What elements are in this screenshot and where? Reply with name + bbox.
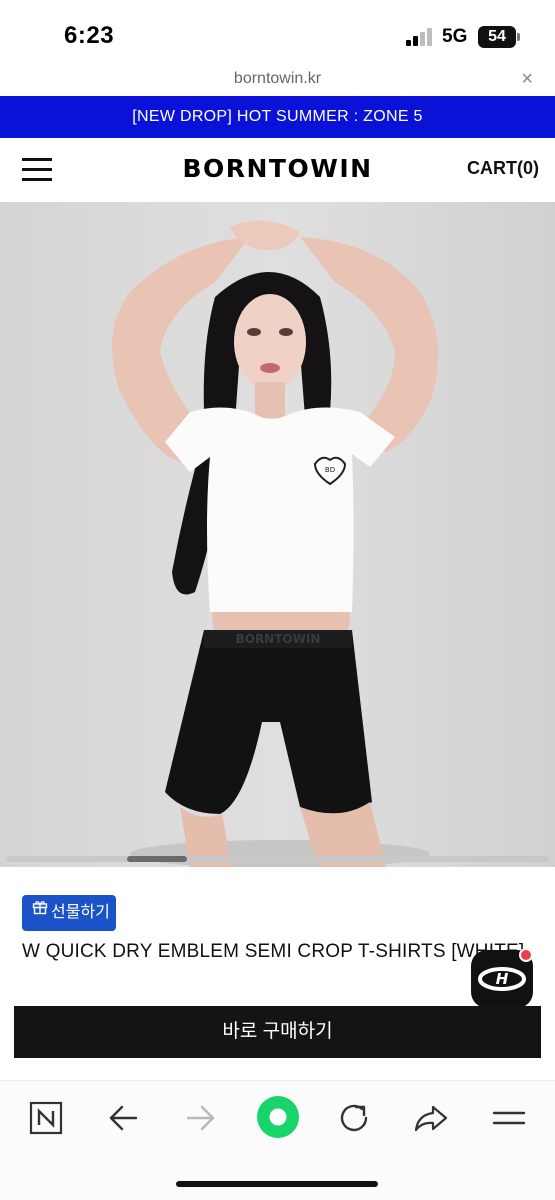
reload-icon[interactable]: [334, 1098, 374, 1138]
promo-banner[interactable]: [NEW DROP] HOT SUMMER : ZONE 5: [0, 96, 555, 138]
notification-dot: [519, 948, 533, 962]
gift-icon: [32, 893, 48, 929]
battery-nub: [517, 33, 520, 41]
share-icon[interactable]: [411, 1098, 451, 1138]
shirt-emblem-text: BD: [325, 466, 335, 474]
product-title: W QUICK DRY EMBLEM SEMI CROP T-SHIRTS [W…: [22, 941, 525, 962]
site-header: BORNTOWIN CART(0): [0, 138, 555, 202]
gift-button[interactable]: 선물하기: [22, 895, 116, 931]
gift-label: 선물하기: [51, 904, 110, 921]
image-carousel-track[interactable]: [6, 856, 549, 862]
n-icon[interactable]: [26, 1098, 66, 1138]
battery-icon: 54: [478, 26, 516, 48]
forward-arrow-icon[interactable]: [180, 1098, 220, 1138]
home-indicator: [176, 1181, 378, 1187]
url-bar[interactable]: borntowin.kr ×: [0, 64, 555, 96]
url-text[interactable]: borntowin.kr: [0, 70, 555, 88]
signal-icon: [406, 28, 434, 46]
badge-letter: H: [496, 970, 509, 988]
status-time: 6:23: [64, 22, 115, 49]
status-bar: 6:23 5G 54: [0, 0, 555, 64]
network-label: 5G: [442, 26, 468, 47]
image-carousel-thumb[interactable]: [127, 856, 187, 862]
home-icon[interactable]: [255, 1094, 301, 1140]
product-image[interactable]: BD BORNTOWIN: [0, 202, 555, 867]
waistband-text: BORNTOWIN: [236, 632, 321, 646]
back-arrow-icon[interactable]: [104, 1098, 144, 1138]
buy-now-button[interactable]: 바로 구매하기: [14, 1006, 541, 1058]
model-photo: BD BORNTOWIN: [0, 202, 555, 867]
menu-lines-icon[interactable]: [489, 1098, 529, 1138]
close-icon[interactable]: ×: [521, 68, 533, 91]
cart-link[interactable]: CART(0): [467, 158, 539, 179]
